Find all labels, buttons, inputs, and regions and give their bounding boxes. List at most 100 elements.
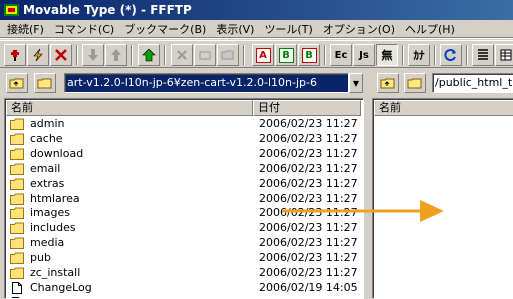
- folder-icon: [221, 50, 234, 60]
- file-name: email: [30, 161, 61, 175]
- chevron-down-icon: ▼: [352, 78, 360, 88]
- menu-help[interactable]: ヘルプ(H): [400, 21, 460, 37]
- download-button[interactable]: [82, 44, 104, 66]
- folder-icon: [10, 193, 24, 205]
- local-path-dropdown-button[interactable]: ▼: [349, 73, 363, 93]
- local-path-combobox[interactable]: art-v1.2.0-l10n-jp-6¥zen-cart-v1.2.0-l10…: [64, 73, 349, 93]
- file-row[interactable]: email 2006/02/23 11:27: [6, 162, 362, 176]
- file-name: includes: [30, 221, 76, 235]
- folder-icon: [10, 178, 24, 190]
- disconnect-icon: [55, 49, 67, 61]
- folder-icon: [10, 267, 24, 279]
- file-row[interactable]: pub 2006/02/23 11:27: [6, 251, 362, 265]
- file-name: download: [30, 146, 84, 160]
- file-name: admin: [30, 117, 65, 130]
- list-view-button[interactable]: [472, 44, 494, 66]
- file-name: media: [30, 236, 65, 250]
- toolbar-separator: [243, 45, 245, 65]
- menu-view[interactable]: 表示(V): [211, 21, 259, 37]
- folder-icon: [10, 163, 24, 175]
- list-icon: [478, 49, 488, 60]
- column-header-name[interactable]: 名前: [374, 100, 513, 116]
- folder-icon: [10, 252, 24, 265]
- menu-options[interactable]: オプション(O): [318, 21, 400, 37]
- detail-view-button[interactable]: [495, 44, 513, 66]
- menu-bar: 接続(F) コマンド(C) ブックマーク(B) 表示(V) ツール(T) オプシ…: [0, 20, 513, 39]
- up-arrow-icon: [111, 49, 121, 61]
- file-row[interactable]: zc_install 2006/02/23 11:27: [6, 266, 362, 280]
- file-name: pub: [30, 251, 51, 265]
- delete-button[interactable]: [171, 44, 193, 66]
- auto-mode-button[interactable]: B: [298, 44, 320, 66]
- file-name: htmlarea: [30, 191, 80, 205]
- file-date: 2006/02/23 11:27: [259, 161, 358, 175]
- toolbar-separator: [131, 45, 133, 65]
- jis-button[interactable]: Js: [353, 44, 375, 66]
- file-date: 2006/02/19 14:05: [259, 280, 358, 294]
- toolbar-separator: [402, 45, 404, 65]
- toolbar-separator: [434, 45, 436, 65]
- menu-command[interactable]: コマンド(C): [49, 21, 119, 37]
- quick-connect-button[interactable]: [27, 44, 49, 66]
- file-date: 2006/02/23 11:27: [259, 251, 358, 265]
- rename-icon: [199, 51, 211, 60]
- refresh-icon: [444, 49, 456, 61]
- file-row[interactable]: extras 2006/02/23 11:27: [6, 177, 362, 191]
- upload-button[interactable]: [105, 44, 127, 66]
- kana-button[interactable]: ｶﾅ: [408, 44, 430, 66]
- file-date: 2006/02/23 11:27: [259, 176, 358, 190]
- disconnect-button[interactable]: [50, 44, 72, 66]
- column-header-date[interactable]: 日付: [253, 100, 361, 116]
- up-folder-icon: [380, 78, 395, 89]
- title-bar[interactable]: Movable Type (*) - FFFTP: [0, 0, 513, 20]
- details-icon: [500, 49, 512, 61]
- open-folder-icon: [407, 78, 422, 89]
- file-name: cache: [30, 131, 63, 145]
- remote-path-combobox[interactable]: /public_html_t: [432, 73, 513, 93]
- app-icon: [4, 4, 19, 16]
- folder-icon: [10, 222, 24, 235]
- connect-button[interactable]: [4, 44, 26, 66]
- folder-icon: [10, 148, 24, 160]
- file-icon: [12, 281, 22, 294]
- file-date: 2006/02/23 11:27: [259, 117, 358, 130]
- file-row[interactable]: download 2006/02/23 11:27: [6, 147, 362, 161]
- down-arrow-icon: [88, 49, 98, 61]
- annotation-arrow: [282, 200, 444, 222]
- file-row[interactable]: ChangeLog 2006/02/19 14:05: [6, 281, 362, 295]
- local-up-folder-button[interactable]: [6, 73, 28, 93]
- binary-mode-button[interactable]: B: [275, 44, 297, 66]
- file-date: 2006/02/23 11:27: [259, 146, 358, 160]
- x-icon: [177, 50, 187, 60]
- open-folder-icon: [37, 78, 52, 89]
- plug-icon: [11, 50, 19, 61]
- column-header-name[interactable]: 名前: [6, 100, 253, 116]
- ffftp-window: Movable Type (*) - FFFTP 接続(F) コマンド(C) ブ…: [0, 0, 513, 299]
- menu-bookmark[interactable]: ブックマーク(B): [119, 21, 211, 37]
- rename-button[interactable]: [194, 44, 216, 66]
- window-title: Movable Type (*) - FFFTP: [23, 3, 192, 17]
- toolbar: A B B Ec Js 無 ｶﾅ: [0, 40, 513, 68]
- euc-button[interactable]: Ec: [330, 44, 352, 66]
- menu-connect[interactable]: 接続(F): [2, 21, 49, 37]
- remote-open-folder-button[interactable]: [404, 73, 426, 93]
- path-bar: art-v1.2.0-l10n-jp-6¥zen-cart-v1.2.0-l10…: [0, 69, 513, 97]
- refresh-button[interactable]: [440, 44, 462, 66]
- toolbar-separator: [76, 45, 78, 65]
- remote-up-folder-button[interactable]: [377, 73, 399, 93]
- file-name: zc_install: [30, 266, 81, 279]
- file-row[interactable]: media 2006/02/23 11:27: [6, 236, 362, 250]
- file-date: 2006/02/23 11:27: [259, 266, 358, 279]
- file-row[interactable]: admin 2006/02/23 11:27: [6, 117, 362, 131]
- file-row[interactable]: cache 2006/02/23 11:27: [6, 132, 362, 146]
- up-folder-icon: [9, 78, 24, 89]
- folder-icon: [10, 133, 24, 145]
- menu-tools[interactable]: ツール(T): [259, 21, 317, 37]
- file-name: extras: [30, 176, 65, 190]
- local-open-folder-button[interactable]: [34, 73, 56, 93]
- new-folder-button[interactable]: [217, 44, 239, 66]
- no-conversion-button[interactable]: 無: [376, 44, 398, 66]
- ascii-mode-button[interactable]: A: [252, 44, 274, 66]
- mirror-upload-button[interactable]: [138, 44, 160, 66]
- toolbar-separator: [466, 45, 468, 65]
